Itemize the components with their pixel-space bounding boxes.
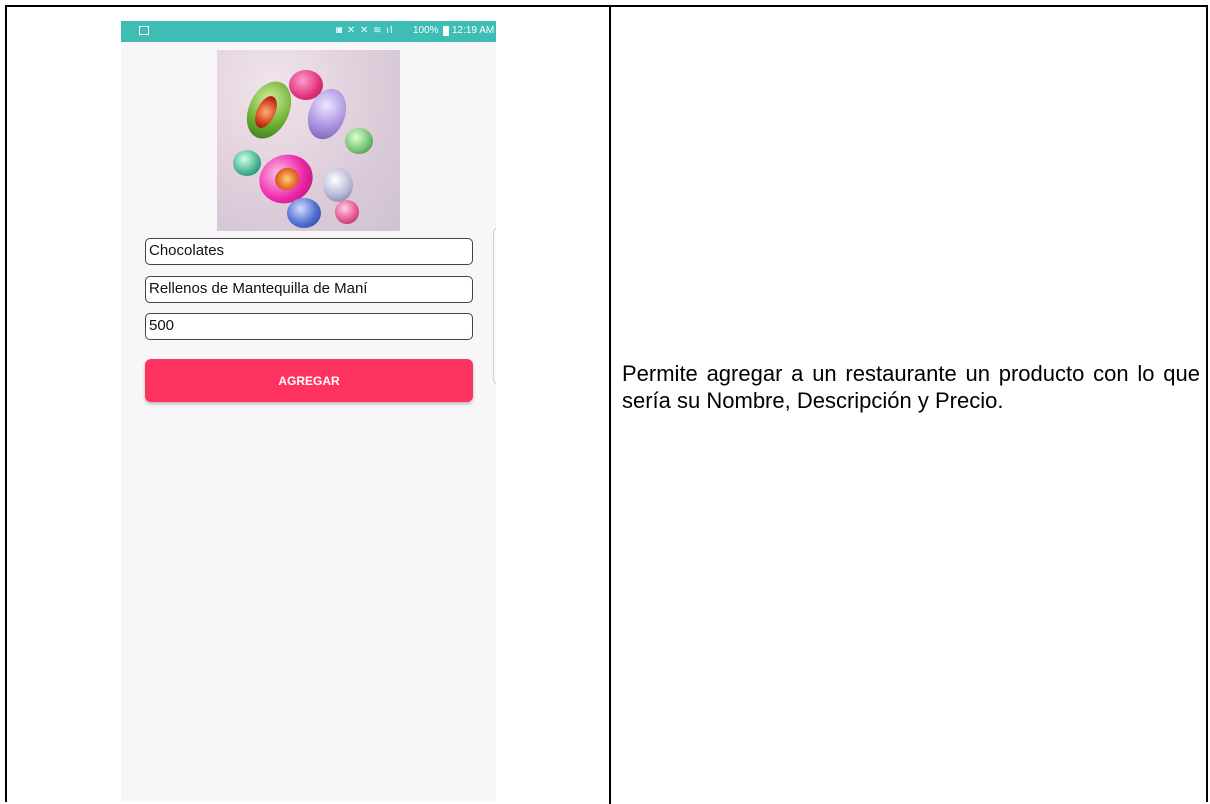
teal-foil-egg-icon bbox=[233, 150, 261, 176]
column-divider bbox=[609, 7, 611, 804]
status-bar: ◙ ✕ ✕ ≋ ıl 100% 12:19 AM bbox=[121, 21, 496, 42]
price-input[interactable]: 500 bbox=[145, 313, 473, 340]
product-image[interactable] bbox=[217, 50, 400, 231]
agregar-button[interactable]: AGREGAR bbox=[145, 359, 473, 402]
silver-foil-egg-icon bbox=[323, 168, 353, 202]
pink-small-egg-icon bbox=[335, 200, 359, 224]
phone-screenshot: ◙ ✕ ✕ ≋ ıl 100% 12:19 AM Chocolates Rell… bbox=[121, 21, 496, 802]
name-input[interactable]: Chocolates bbox=[145, 238, 473, 265]
edge-panel-handle[interactable] bbox=[493, 227, 496, 385]
blue-foil-egg-icon bbox=[287, 198, 321, 228]
green-small-egg-icon bbox=[345, 128, 373, 154]
battery-percentage: 100% bbox=[413, 25, 439, 36]
battery-icon bbox=[443, 26, 449, 36]
gallery-icon bbox=[139, 26, 149, 35]
status-icons: ◙ ✕ ✕ ≋ ıl bbox=[336, 25, 394, 36]
feature-description: Permite agregar a un restaurante un prod… bbox=[622, 361, 1200, 413]
status-clock: 12:19 AM bbox=[452, 25, 495, 36]
description-input[interactable]: Rellenos de Mantequilla de Maní bbox=[145, 276, 473, 303]
